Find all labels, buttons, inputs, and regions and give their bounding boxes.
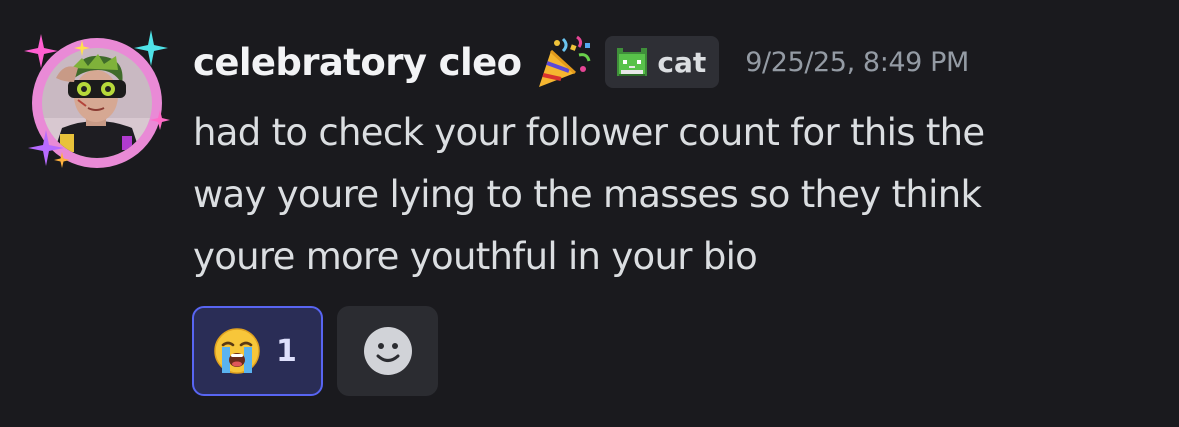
pixel-cat-icon: [617, 48, 648, 76]
reaction-button[interactable]: 1: [192, 306, 323, 396]
reactions-bar: 1: [192, 306, 438, 396]
avatar[interactable]: [24, 30, 170, 176]
sparkle-icon: [150, 110, 170, 130]
username[interactable]: celebratory cleo: [193, 41, 522, 84]
message-text-line: youre more youthful in your bio: [193, 235, 758, 278]
sparkle-icon: [134, 30, 168, 66]
chat-message: celebratory cleo cat 9/25/25, 8:49 PM ha…: [0, 0, 1179, 427]
server-tag[interactable]: cat: [605, 36, 720, 88]
smiley-add-reaction-icon: [363, 327, 412, 375]
party-popper-icon: [539, 35, 591, 87]
add-reaction-button[interactable]: [337, 306, 438, 396]
message-text-line: way youre lying to the masses so they th…: [193, 173, 982, 216]
server-tag-label: cat: [657, 45, 707, 79]
message-text-line: had to check your follower count for thi…: [193, 111, 985, 154]
message-content: had to check your follower count for thi…: [193, 102, 1153, 288]
reaction-count: 1: [276, 333, 297, 369]
message-header: celebratory cleo cat 9/25/25, 8:49 PM: [193, 30, 969, 94]
sparkle-icon: [74, 40, 90, 56]
sparkle-icon: [24, 34, 58, 68]
sparkle-icon: [54, 152, 70, 168]
message-timestamp[interactable]: 9/25/25, 8:49 PM: [745, 47, 969, 78]
loudly-crying-face-icon: [214, 328, 260, 374]
